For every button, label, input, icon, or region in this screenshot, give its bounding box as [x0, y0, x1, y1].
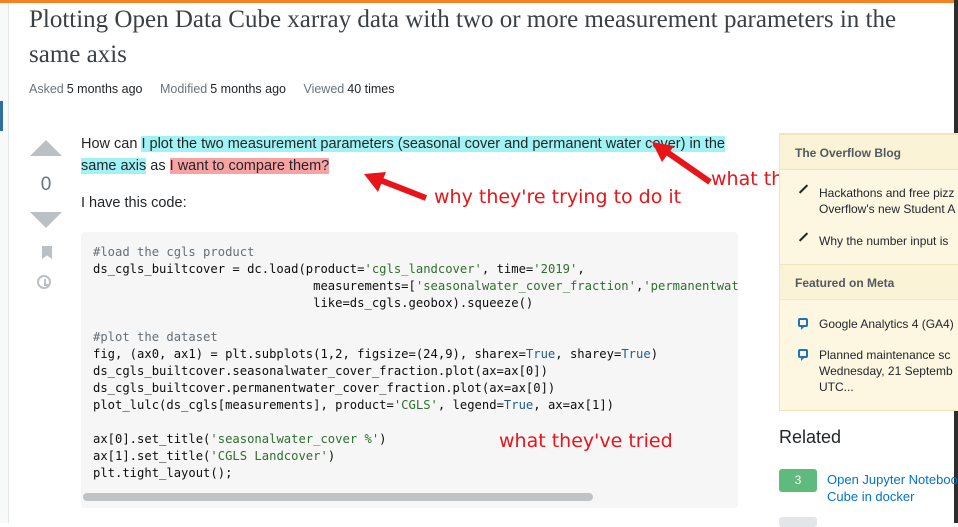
- chat-icon: [798, 318, 808, 330]
- related-vote-badge: [779, 517, 817, 527]
- meta-item-title-line2[interactable]: Wednesday, 21 Septemb: [819, 363, 953, 379]
- pencil-icon: [798, 232, 809, 242]
- related-link-line2[interactable]: Cube in docker: [827, 488, 958, 505]
- upvote-arrow-icon[interactable]: [30, 140, 62, 156]
- history-icon[interactable]: [37, 275, 51, 289]
- annotation-tried: what they've tried: [499, 430, 673, 452]
- downvote-arrow-icon[interactable]: [30, 212, 62, 228]
- left-nav-edge: [0, 3, 9, 523]
- related-link[interactable]: Open Jupyter Noteboo Cube in docker: [827, 471, 958, 505]
- related-link-line1[interactable]: Open Jupyter Noteboo: [827, 471, 958, 488]
- question-text: as: [146, 158, 170, 174]
- meta-item-title-line3[interactable]: UTC...: [819, 379, 854, 395]
- code-scrollbar[interactable]: [81, 492, 738, 502]
- modified-value[interactable]: 5 months ago: [210, 82, 286, 96]
- asked-value: 5 months ago: [66, 82, 143, 96]
- related-header: Related: [779, 427, 842, 447]
- vote-score: 0: [40, 174, 52, 195]
- blog-item-title[interactable]: Hackathons and free pizz: [819, 185, 954, 201]
- chat-icon: [798, 349, 808, 361]
- pencil-icon: [798, 184, 809, 194]
- annotation-arrow-what: [652, 142, 712, 185]
- modified-label: Modified: [159, 82, 208, 96]
- annotation-why: why they're trying to do it: [434, 186, 682, 208]
- code-intro: I have this code:: [81, 195, 187, 211]
- question-meta: Asked 5 months ago Modified 5 months ago V…: [29, 82, 409, 96]
- question-text: How can: [81, 136, 142, 152]
- meta-item-title[interactable]: Planned maintenance sc: [819, 347, 950, 363]
- viewed-label: Viewed: [303, 82, 345, 96]
- left-nav-active-indicator: [0, 101, 3, 131]
- viewed-value: 40 times: [347, 82, 395, 96]
- annotation-arrow-why: [364, 172, 428, 201]
- meta-item-title[interactable]: Google Analytics 4 (GA4): [819, 316, 954, 332]
- meta-header: Featured on Meta: [780, 264, 958, 300]
- code-block[interactable]: #load the cgls product ds_cgls_builtcove…: [81, 232, 738, 508]
- sidebar-widget: The Overflow Blog Hackathons and free pi…: [779, 133, 958, 411]
- bookmark-icon[interactable]: [42, 246, 52, 259]
- blog-item-title[interactable]: Why the number input is: [819, 233, 948, 249]
- blog-header: The Overflow Blog: [780, 134, 958, 170]
- blog-item-title-line2[interactable]: Overflow's new Student A: [819, 201, 955, 217]
- question-title[interactable]: Plotting Open Data Cube xarray data with…: [29, 2, 909, 72]
- code-scrollbar-thumb[interactable]: [83, 493, 593, 501]
- highlight-why: I want to compare them?: [169, 158, 330, 174]
- asked-label: Asked: [29, 82, 64, 96]
- related-vote-badge: 3: [779, 469, 817, 492]
